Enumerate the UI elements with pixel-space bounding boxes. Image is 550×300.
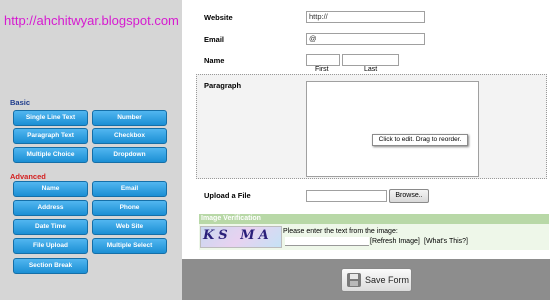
- captcha-image: KS MA: [200, 226, 282, 248]
- paragraph-textarea[interactable]: [306, 81, 479, 177]
- multiple-choice-button[interactable]: Multiple Choice: [13, 147, 88, 163]
- single-line-text-button[interactable]: Single Line Text: [13, 110, 88, 126]
- number-button[interactable]: Number: [92, 110, 167, 126]
- whats-this-link[interactable]: [What's This?]: [424, 238, 468, 245]
- name-label: Name: [204, 56, 225, 65]
- save-disk-icon: [346, 272, 362, 288]
- captcha-prompt: Please enter the text from the image:: [283, 228, 398, 235]
- website-input[interactable]: http://: [306, 11, 425, 23]
- refresh-image-link[interactable]: [Refresh Image]: [370, 238, 420, 245]
- phone-button[interactable]: Phone: [92, 200, 167, 216]
- browse-button[interactable]: Browse..: [389, 189, 429, 203]
- web-site-button[interactable]: Web Site: [92, 219, 167, 235]
- email-input[interactable]: @: [306, 33, 425, 45]
- multiple-select-button[interactable]: Multiple Select: [92, 238, 167, 254]
- upload-label: Upload a File: [204, 191, 251, 200]
- basic-section-title: Basic: [10, 98, 31, 107]
- first-sublabel: First: [315, 66, 329, 73]
- file-upload-button[interactable]: File Upload: [13, 238, 88, 254]
- save-form-button[interactable]: Save Form: [341, 268, 412, 292]
- website-label: Website: [204, 13, 233, 22]
- save-form-label: Save Form: [365, 275, 410, 285]
- paragraph-label: Paragraph: [204, 81, 242, 90]
- section-break-button[interactable]: Section Break: [13, 258, 88, 274]
- email-label: Email: [204, 35, 225, 44]
- advanced-section-title: Advanced: [10, 172, 46, 181]
- blog-watermark: http://ahchitwyar.blogspot.com: [4, 13, 179, 28]
- first-name-input[interactable]: [306, 54, 340, 66]
- file-path-input[interactable]: [306, 190, 387, 202]
- captcha-text: KS MA: [203, 228, 273, 243]
- date-time-button[interactable]: Date Time: [13, 219, 88, 235]
- edit-tooltip: Click to edit. Drag to reorder.: [372, 134, 468, 146]
- dropdown-button[interactable]: Dropdown: [92, 147, 167, 163]
- captcha-input[interactable]: [285, 237, 369, 246]
- image-verification-header: Image Verification: [199, 214, 549, 224]
- last-name-input[interactable]: [342, 54, 399, 66]
- last-sublabel: Last: [364, 66, 378, 73]
- checkbox-button[interactable]: Checkbox: [92, 128, 167, 144]
- paragraph-text-button[interactable]: Paragraph Text: [13, 128, 88, 144]
- form-canvas: Website http:// Email @ Name First Last …: [182, 0, 550, 259]
- email-field-button[interactable]: Email: [92, 181, 167, 197]
- address-button[interactable]: Address: [13, 200, 88, 216]
- name-field-button[interactable]: Name: [13, 181, 88, 197]
